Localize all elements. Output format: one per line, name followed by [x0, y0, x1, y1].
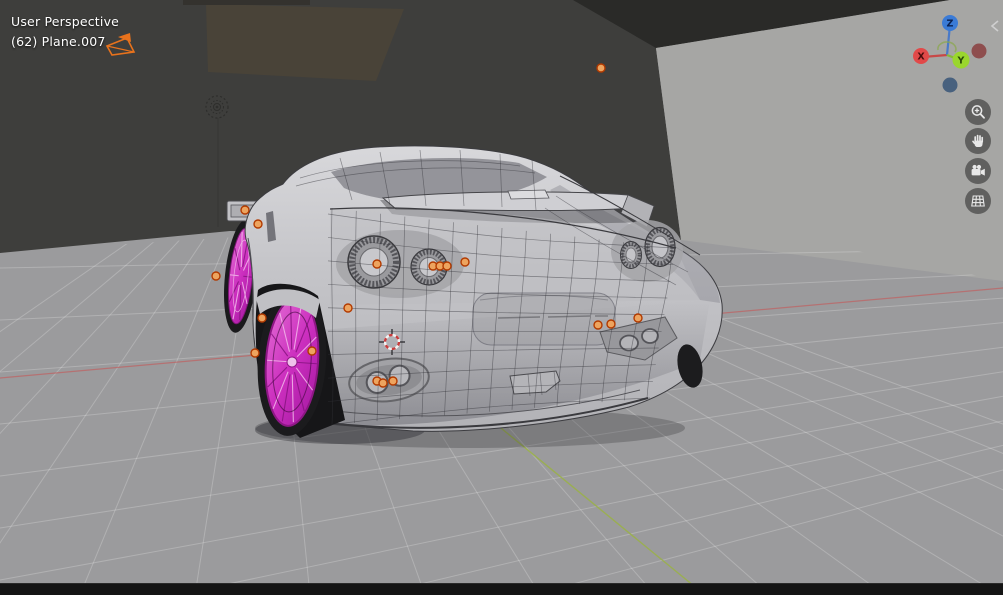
origin-dot[interactable] — [593, 320, 603, 330]
camera-icon — [971, 164, 985, 176]
origin-dot[interactable] — [307, 346, 317, 356]
magnifier-plus-icon — [971, 105, 985, 119]
pan-button[interactable] — [965, 128, 991, 154]
camera-reel — [972, 164, 977, 170]
origin-dot[interactable] — [460, 257, 470, 267]
camera-lens — [981, 168, 985, 176]
collapse-panel-icon[interactable] — [989, 19, 1001, 33]
projection-toggle-button[interactable] — [965, 188, 991, 214]
gizmo-axis-z-negative[interactable] — [942, 77, 958, 93]
camera-reel — [976, 164, 982, 170]
origin-dot[interactable] — [442, 261, 452, 271]
gizmo-axis-z[interactable] — [942, 15, 958, 31]
origin-dot[interactable] — [606, 319, 616, 329]
active-object-label: (62) Plane.007 — [11, 34, 106, 49]
origin-dot[interactable] — [343, 303, 353, 313]
zoom-button[interactable] — [965, 99, 991, 125]
origin-dot[interactable] — [596, 63, 606, 73]
origin-dot[interactable] — [633, 313, 643, 323]
light-center-dot — [215, 105, 219, 109]
origin-dot[interactable] — [250, 348, 260, 358]
spoiler-pad — [507, 189, 550, 200]
origin-dot[interactable] — [253, 219, 263, 229]
ceiling-panel-edge — [183, 0, 310, 5]
camera-body — [971, 169, 981, 176]
blender-3d-viewport[interactable]: User Perspective (62) Plane.007 X Y Z — [0, 0, 1003, 595]
origin-dot[interactable] — [257, 313, 267, 323]
gizmo-axis-x[interactable] — [913, 48, 929, 64]
view-mode-label: User Perspective — [11, 14, 120, 29]
grid-lines — [971, 195, 985, 207]
origin-dot[interactable] — [388, 376, 398, 386]
viewport-scene[interactable] — [0, 0, 1003, 595]
gizmo-axis-y[interactable] — [952, 51, 970, 69]
origin-dot[interactable] — [372, 259, 382, 269]
gizmo-axis-x-negative[interactable] — [971, 43, 987, 59]
origin-dot[interactable] — [211, 271, 221, 281]
grid-icon — [971, 195, 985, 207]
origin-dot[interactable] — [240, 205, 250, 215]
chevron-left-icon — [990, 20, 999, 32]
plane-diagonal — [106, 45, 135, 53]
hand-palm — [974, 140, 983, 147]
origin-dot[interactable] — [378, 378, 388, 388]
hub-cap — [286, 356, 298, 368]
status-bar — [0, 583, 1003, 595]
mesh-plane-icon — [105, 33, 136, 56]
magnifier-handle — [979, 113, 985, 119]
camera-view-button[interactable] — [965, 158, 991, 184]
ceiling-panel[interactable] — [206, 4, 404, 81]
navigation-gizmo[interactable]: X Y Z — [905, 10, 997, 102]
hand-icon — [972, 134, 984, 147]
